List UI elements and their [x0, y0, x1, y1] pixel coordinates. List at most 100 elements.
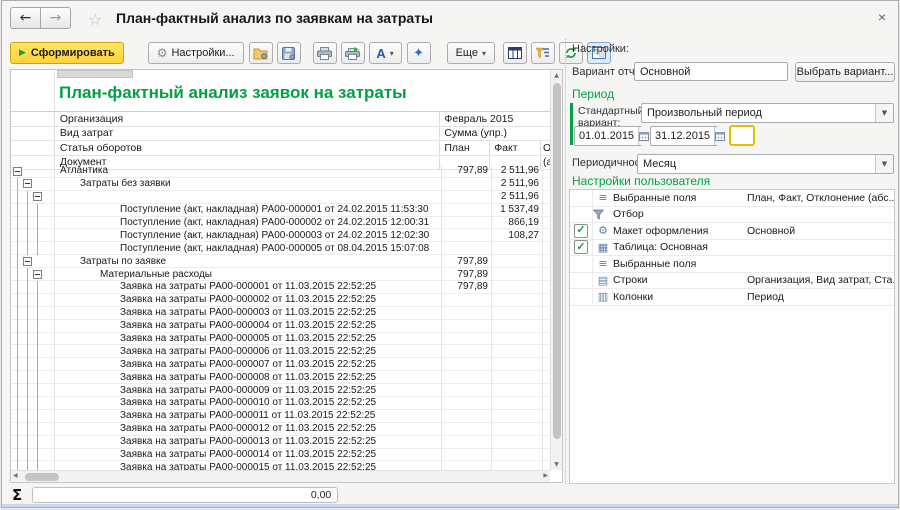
report-row[interactable]: Заявка на затраты РА00-000010 от 11.03.2…: [11, 397, 550, 410]
plan-value: 797,89: [442, 281, 492, 293]
back-button[interactable]: ←: [10, 7, 41, 29]
clipped-cell: [543, 281, 550, 293]
plan-value: [442, 461, 492, 470]
report-row[interactable]: Поступление (акт, накладная) РА00-000002…: [11, 217, 550, 230]
setting-label: Таблица: Основная: [613, 241, 747, 253]
tree-line: [17, 371, 18, 384]
selected-fields-icon: ≡: [593, 191, 613, 204]
filter-structure-button[interactable]: [531, 42, 555, 64]
settings-button[interactable]: ⚙ Настройки...: [148, 42, 244, 64]
scroll-up-icon[interactable]: ▲: [551, 72, 562, 79]
plan-value: [442, 384, 492, 396]
user-setting-row[interactable]: ▥КолонкиПериод: [570, 289, 894, 306]
tree-gutter: [11, 371, 54, 383]
user-setting-row[interactable]: ≡Выбранные поля: [570, 256, 894, 273]
group-collapse-icon[interactable]: [23, 179, 32, 188]
report-row[interactable]: Заявка на затраты РА00-000011 от 11.03.2…: [11, 410, 550, 423]
checkbox-cell: ✓: [570, 240, 593, 256]
report-row[interactable]: Заявка на затраты РА00-000002 от 11.03.2…: [11, 294, 550, 307]
report-row[interactable]: Заявка на затраты РА00-000003 от 11.03.2…: [11, 307, 550, 320]
print-button[interactable]: [313, 42, 337, 64]
group-collapse-icon[interactable]: [23, 257, 32, 266]
user-setting-row[interactable]: ▤СтрокиОрганизация, Вид затрат, Ста...: [570, 273, 894, 290]
date-from-field[interactable]: 01.01.2015: [574, 126, 642, 146]
load-settings-button[interactable]: [249, 42, 273, 64]
sheet-area[interactable]: План-фактный анализ заявок на затраты Ор…: [11, 70, 550, 470]
variant-input[interactable]: Основной: [634, 62, 788, 81]
checkbox[interactable]: ✓: [574, 224, 588, 238]
scroll-right-icon[interactable]: ▶: [543, 472, 548, 479]
checkbox-cell: [570, 256, 593, 272]
report-row[interactable]: Заявка на затраты РА00-000004 от 11.03.2…: [11, 320, 550, 333]
vertical-scrollbar[interactable]: ▲ ▼: [550, 70, 562, 470]
report-row[interactable]: Затраты по заявке797,89: [11, 255, 550, 268]
settings-panel: Настройки: Вариант отчета: Основной Выбр…: [569, 37, 895, 484]
group-collapse-icon[interactable]: [33, 270, 42, 279]
tree-line: [27, 294, 28, 307]
report-row[interactable]: Поступление (акт, накладная) РА00-000003…: [11, 229, 550, 242]
tree-gutter: [11, 461, 54, 470]
report-row[interactable]: Заявка на затраты РА00-000006 от 11.03.2…: [11, 345, 550, 358]
more-button[interactable]: Еще ▾: [447, 42, 495, 64]
tree-gutter: [11, 165, 54, 177]
report-row[interactable]: Заявка на затраты РА00-000009 от 11.03.2…: [11, 384, 550, 397]
row-label: Поступление (акт, накладная) РА00-000001…: [54, 204, 442, 216]
highlight-button[interactable]: ✦: [407, 42, 431, 64]
user-setting-row[interactable]: ✓▦Таблица: Основная: [570, 240, 894, 257]
table-view-button[interactable]: [503, 42, 527, 64]
user-setting-row[interactable]: ≡Выбранные поляПлан, Факт, Отклонение (а…: [570, 190, 894, 207]
group-collapse-icon[interactable]: [33, 192, 42, 201]
report-row[interactable]: Атлантика797,892 511,96: [11, 165, 550, 178]
report-row[interactable]: Заявка на затраты РА00-000001 от 11.03.2…: [11, 281, 550, 294]
report-row[interactable]: Поступление (акт, накладная) РА00-000001…: [11, 204, 550, 217]
calendar-icon[interactable]: [714, 127, 725, 145]
report-row[interactable]: Материальные расходы797,89: [11, 268, 550, 281]
clipped-cell: [543, 217, 550, 229]
forward-button[interactable]: →: [40, 7, 71, 29]
report-row[interactable]: Заявка на затраты РА00-000013 от 11.03.2…: [11, 436, 550, 449]
periodicity-select[interactable]: Месяц ▼: [637, 154, 894, 174]
checkbox[interactable]: ✓: [574, 240, 588, 254]
horizontal-scroll-thumb[interactable]: [25, 473, 59, 481]
vertical-scroll-thumb[interactable]: [553, 83, 561, 439]
report-row[interactable]: Заявка на затраты РА00-000015 от 11.03.2…: [11, 461, 550, 470]
report-row[interactable]: Заявка на затраты РА00-000007 от 11.03.2…: [11, 358, 550, 371]
report-row[interactable]: Заявка на затраты РА00-000005 от 11.03.2…: [11, 333, 550, 346]
setting-label: Колонки: [613, 291, 747, 303]
save-settings-button[interactable]: [277, 42, 301, 64]
user-setting-row[interactable]: Отбор: [570, 207, 894, 224]
period-extra-button[interactable]: [729, 125, 755, 146]
standard-variant-select[interactable]: Произвольный период ▼: [641, 103, 894, 123]
favorite-star-icon[interactable]: ☆: [88, 10, 102, 29]
sum-field[interactable]: 0,00: [32, 487, 338, 503]
clipped-cell: [543, 371, 550, 383]
header-label: Вид затрат: [54, 127, 441, 141]
report-row[interactable]: 2 511,96: [11, 191, 550, 204]
report-row[interactable]: Заявка на затраты РА00-000012 от 11.03.2…: [11, 423, 550, 436]
tree-gutter: [11, 217, 54, 229]
report-row[interactable]: Заявка на затраты РА00-000014 от 11.03.2…: [11, 449, 550, 462]
pane-splitter[interactable]: [565, 39, 566, 484]
fact-value: [492, 384, 543, 396]
group-collapse-icon[interactable]: [13, 167, 22, 176]
scroll-down-icon[interactable]: ▼: [551, 461, 562, 468]
plan-value: [442, 436, 492, 448]
choose-variant-button[interactable]: Выбрать вариант...: [795, 62, 895, 82]
minus-glyph: [25, 261, 30, 262]
calendar-icon[interactable]: [638, 127, 649, 145]
user-setting-row[interactable]: ✓⚙Макет оформленияОсновной: [570, 223, 894, 240]
scroll-left-icon[interactable]: ◀: [13, 472, 18, 479]
report-row[interactable]: Поступление (акт, накладная) РА00-000005…: [11, 242, 550, 255]
close-icon[interactable]: ×: [878, 9, 886, 25]
report-row[interactable]: Затраты без заявки2 511,96: [11, 178, 550, 191]
horizontal-scrollbar[interactable]: ◀ ▶: [11, 470, 550, 482]
clipped-cell: [543, 320, 550, 332]
print-preview-button[interactable]: [341, 42, 365, 64]
date-to-field[interactable]: 31.12.2015: [650, 126, 718, 146]
tree-line: [37, 307, 38, 320]
report-window: ← → ☆ План-фактный анализ по заявкам на …: [1, 0, 899, 508]
report-row[interactable]: Заявка на затраты РА00-000008 от 11.03.2…: [11, 371, 550, 384]
fact-value: [492, 268, 543, 280]
font-button[interactable]: A ▾: [369, 42, 402, 64]
generate-button[interactable]: ▶ Сформировать: [10, 42, 124, 64]
